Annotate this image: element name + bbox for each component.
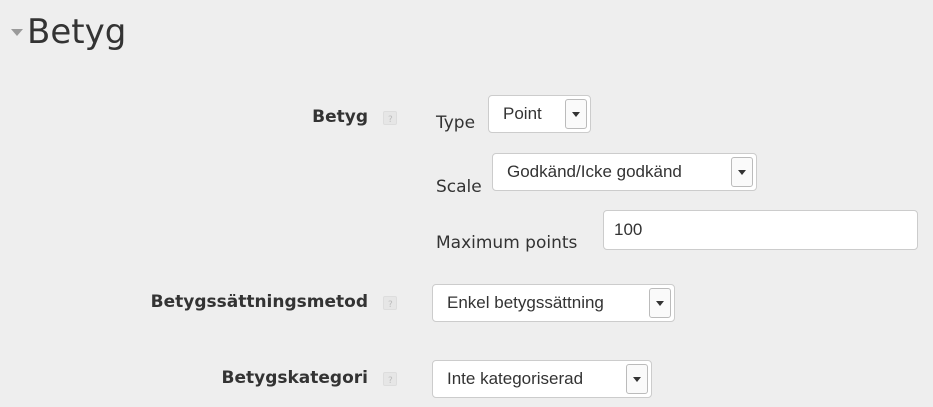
chevron-down-icon[interactable]	[731, 157, 753, 187]
triangle-down-icon[interactable]	[11, 29, 23, 36]
svg-text:?: ?	[388, 300, 393, 309]
grading-method-select-value: Enkel betygssättning	[447, 293, 604, 312]
grade-label: Betyg	[312, 107, 368, 127]
type-select-value: Point	[503, 104, 542, 123]
scale-label: Scale	[436, 177, 482, 197]
grade-category-select[interactable]: Inte kategoriserad	[432, 360, 652, 398]
chevron-down-icon[interactable]	[565, 99, 587, 129]
grade-category-select-value: Inte kategoriserad	[447, 369, 584, 388]
scale-select[interactable]: Godkänd/Icke godkänd	[492, 153, 757, 191]
help-icon[interactable]: ?	[383, 372, 397, 386]
max-points-label: Maximum points	[436, 233, 578, 253]
section-header[interactable]: Betyg	[0, 0, 933, 70]
grading-method-select[interactable]: Enkel betygssättning	[432, 284, 675, 322]
section-title: Betyg	[27, 12, 127, 52]
grade-category-label: Betygskategori	[221, 368, 368, 388]
type-select[interactable]: Point	[488, 95, 591, 133]
chevron-down-icon[interactable]	[626, 364, 648, 394]
help-icon[interactable]: ?	[383, 111, 397, 125]
svg-text:?: ?	[388, 115, 393, 124]
max-points-input[interactable]	[603, 210, 918, 250]
grading-method-label: Betygssättningsmetod	[150, 292, 368, 312]
svg-text:?: ?	[388, 376, 393, 385]
chevron-down-icon[interactable]	[649, 288, 671, 318]
scale-select-value: Godkänd/Icke godkänd	[507, 162, 682, 181]
type-label: Type	[436, 113, 476, 133]
help-icon[interactable]: ?	[383, 296, 397, 310]
